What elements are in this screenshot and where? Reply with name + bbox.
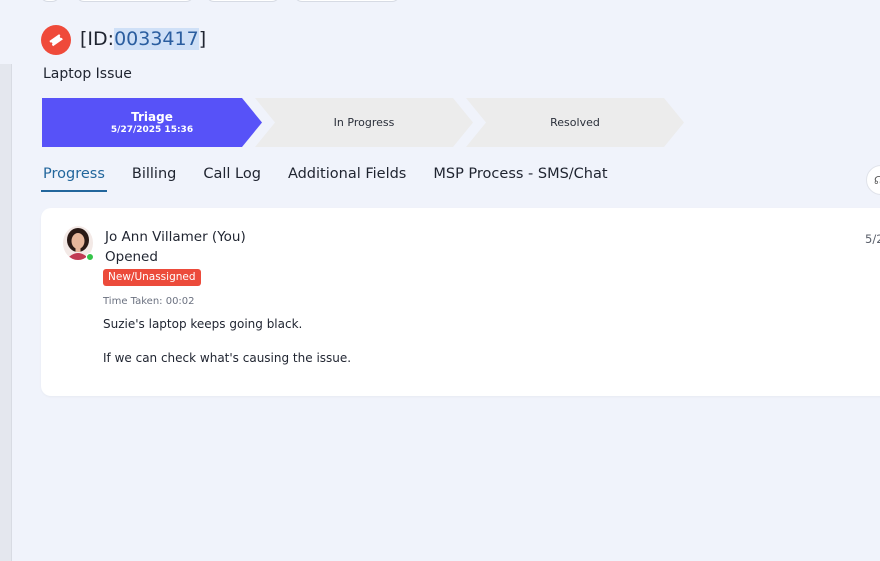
status-badge: New/Unassigned — [103, 269, 201, 286]
stage-name: Resolved — [550, 116, 600, 129]
entry-action: Opened — [105, 249, 158, 265]
stage-resolved[interactable]: Resolved — [466, 98, 684, 147]
comment-icon: ☊ — [874, 173, 880, 187]
tab-bar: Progress Billing Call Log Additional Fie… — [41, 166, 633, 192]
top-pill-2[interactable] — [76, 0, 194, 2]
time-taken: Time Taken: 00:02 — [103, 296, 195, 307]
ticket-id: [ID:0033417] — [80, 28, 206, 50]
progress-entry-card: Jo Ann Villamer (You) Opened New/Unassig… — [41, 208, 880, 396]
entry-date: 5/2 — [865, 232, 880, 246]
left-rail — [0, 64, 12, 561]
ticket-id-suffix: ] — [198, 28, 207, 50]
tab-call-log[interactable]: Call Log — [201, 166, 263, 192]
stage-name: In Progress — [333, 116, 395, 129]
stage-triage[interactable]: Triage 5/27/2025 15:36 — [42, 98, 262, 147]
side-action-button[interactable]: ☊ — [866, 165, 880, 195]
top-pill-4[interactable] — [294, 0, 400, 2]
ticket-id-prefix: [ID: — [80, 28, 115, 50]
ticket-icon — [41, 25, 71, 55]
entry-message: Suzie's laptop keeps going black. — [103, 317, 303, 331]
stage-in-progress[interactable]: In Progress — [255, 98, 473, 147]
tab-billing[interactable]: Billing — [130, 166, 178, 192]
stage-date: 5/27/2025 15:36 — [110, 125, 194, 135]
top-pill-3[interactable] — [206, 0, 280, 2]
entry-message: If we can check what's causing the issue… — [103, 351, 352, 365]
entry-author: Jo Ann Villamer (You) — [105, 229, 246, 245]
status-pipeline: Triage 5/27/2025 15:36 In Progress Resol… — [42, 98, 692, 147]
top-pill-1[interactable] — [40, 0, 60, 2]
tab-msp-process-sms-chat[interactable]: MSP Process - SMS/Chat — [431, 166, 609, 192]
tab-progress[interactable]: Progress — [41, 166, 107, 192]
online-status-dot — [86, 253, 94, 261]
ticket-id-number: 0033417 — [114, 28, 199, 50]
tab-additional-fields[interactable]: Additional Fields — [286, 166, 408, 192]
ticket-subject: Laptop Issue — [43, 66, 132, 82]
stage-name: Triage — [131, 110, 173, 124]
